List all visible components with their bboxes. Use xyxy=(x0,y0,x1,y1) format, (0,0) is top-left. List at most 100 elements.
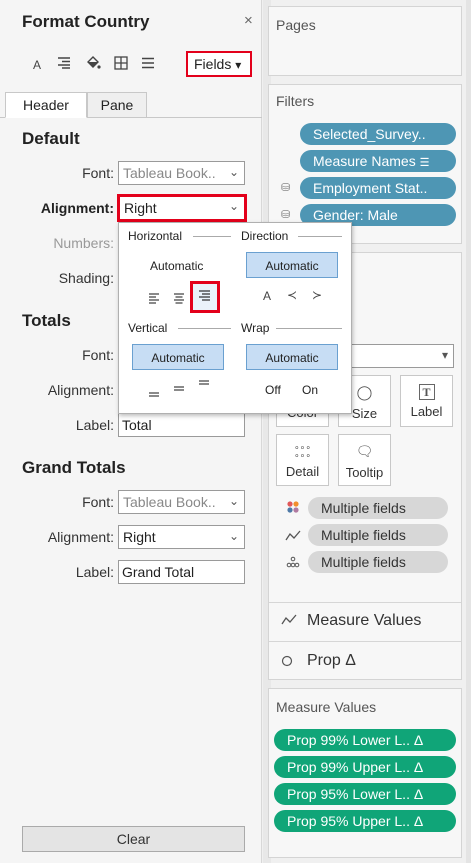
divider xyxy=(178,328,231,329)
line-icon xyxy=(281,613,297,629)
wrap-header: Wrap xyxy=(241,321,270,335)
default-alignment-dropdown[interactable]: Right ⌄ xyxy=(117,194,247,222)
marks-field-pill[interactable]: Multiple fields xyxy=(308,497,448,519)
measure-pill[interactable]: Prop 99% Lower L.. Δ xyxy=(274,729,456,751)
circle-icon xyxy=(281,654,293,670)
grand-totals-font-value: Tableau Book.. xyxy=(123,494,216,510)
pages-title: Pages xyxy=(276,17,316,33)
grand-totals-heading: Grand Totals xyxy=(22,458,126,477)
tab-pane[interactable]: Pane xyxy=(87,92,147,118)
tooltip-button[interactable]: 🗨 Tooltip xyxy=(338,434,391,486)
alignment-icon[interactable] xyxy=(55,56,73,72)
valign-top-icon[interactable] xyxy=(198,376,210,392)
grand-totals-alignment-value: Right xyxy=(123,529,156,545)
grand-totals-font-label: Font: xyxy=(82,494,114,510)
divider xyxy=(276,328,342,329)
totals-label-input[interactable]: Total xyxy=(118,413,245,437)
valign-middle-icon[interactable] xyxy=(173,380,185,396)
totals-alignment-label: Alignment: xyxy=(47,382,114,398)
align-left-icon[interactable] xyxy=(148,291,160,307)
chevron-down-icon: ⌄ xyxy=(228,199,239,213)
marks-field-pill[interactable]: Multiple fields xyxy=(308,551,448,573)
grand-totals-alignment-dropdown[interactable]: Right ⌄ xyxy=(118,525,245,549)
default-shading-label: Shading: xyxy=(58,270,114,286)
grand-totals-label-label: Label: xyxy=(75,564,114,580)
tab-header[interactable]: Header xyxy=(5,92,87,118)
direction-left-icon[interactable]: ≺ xyxy=(284,288,300,302)
marks-field-pill[interactable]: Multiple fields xyxy=(308,524,448,546)
filter-pill[interactable]: Employment Stat.. xyxy=(300,177,456,199)
chevron-down-icon: ▾ xyxy=(235,58,242,72)
default-heading: Default xyxy=(22,129,80,148)
default-alignment-label: Alignment: xyxy=(40,200,114,216)
totals-font-label: Font: xyxy=(82,347,114,363)
chevron-down-icon: ▾ xyxy=(441,348,448,362)
filters-title: Filters xyxy=(276,93,315,109)
detail-icon: ∘∘∘ ∘∘∘ xyxy=(294,442,311,460)
fields-dropdown[interactable]: Fields ▾ xyxy=(186,51,252,77)
filter-pill-label: Measure Names xyxy=(313,153,416,169)
vertical-automatic-button[interactable]: Automatic xyxy=(132,344,224,370)
valign-bottom-icon[interactable] xyxy=(148,384,160,400)
direction-right-icon[interactable]: ≻ xyxy=(309,288,325,302)
chevron-down-icon: ⌄ xyxy=(228,165,239,179)
direction-header: Direction xyxy=(241,229,289,243)
color-field-icon xyxy=(286,500,300,517)
marks-row-measure-values[interactable]: Measure Values xyxy=(307,612,421,630)
format-pane-title: Format Country xyxy=(22,12,150,31)
horizontal-header: Horizontal xyxy=(128,229,183,243)
database-icon: ⛁ xyxy=(281,209,291,221)
sort-icon: ☰ xyxy=(419,157,430,169)
divider xyxy=(193,236,231,237)
database-icon: ⛁ xyxy=(281,182,291,194)
wrap-automatic-button[interactable]: Automatic xyxy=(246,344,338,370)
direction-horizontal-icon[interactable]: A xyxy=(259,289,275,303)
align-right-button[interactable] xyxy=(190,281,220,313)
divider xyxy=(269,641,461,642)
measure-values-title: Measure Values xyxy=(276,699,377,715)
divider xyxy=(298,236,342,237)
fields-label: Fields xyxy=(194,56,232,72)
measure-pill[interactable]: Prop 95% Lower L.. Δ xyxy=(274,783,456,805)
mark-type-dropdown[interactable]: e ▾ xyxy=(338,344,454,368)
default-font-value: Tableau Book.. xyxy=(123,165,216,181)
tooltip-label: Tooltip xyxy=(345,465,384,480)
clear-button[interactable]: Clear xyxy=(22,826,245,852)
measure-pill[interactable]: Prop 95% Upper L.. Δ xyxy=(274,810,456,832)
marks-row-prop[interactable]: Prop Δ xyxy=(307,652,356,670)
label-label: Label xyxy=(410,404,443,419)
divider xyxy=(269,602,461,603)
grand-totals-font-dropdown[interactable]: Tableau Book.. ⌄ xyxy=(118,490,245,514)
totals-heading: Totals xyxy=(22,311,71,330)
lines-icon[interactable] xyxy=(139,56,157,72)
close-icon[interactable]: × xyxy=(244,12,253,29)
detail-field-icon xyxy=(286,555,300,571)
default-font-dropdown[interactable]: Tableau Book.. ⌄ xyxy=(118,161,245,185)
align-center-icon[interactable] xyxy=(173,291,185,307)
filter-pill[interactable]: Measure Names ☰ xyxy=(300,150,456,172)
grand-totals-alignment-label: Alignment: xyxy=(47,529,114,545)
borders-icon[interactable] xyxy=(112,56,130,73)
grand-totals-label-input[interactable]: Grand Total xyxy=(118,560,245,584)
detail-button[interactable]: ∘∘∘ ∘∘∘ Detail xyxy=(276,434,329,486)
measure-pill[interactable]: Prop 99% Upper L.. Δ xyxy=(274,756,456,778)
right-edge xyxy=(466,0,471,863)
filter-pill[interactable]: Selected_Survey.. xyxy=(300,123,456,145)
chevron-down-icon: ⌄ xyxy=(228,494,239,508)
default-numbers-label: Numbers: xyxy=(53,235,114,251)
chevron-down-icon: ⌄ xyxy=(228,529,239,543)
default-alignment-value: Right xyxy=(124,200,157,216)
detail-label: Detail xyxy=(285,464,320,479)
direction-automatic-button[interactable]: Automatic xyxy=(246,252,338,278)
vertical-header: Vertical xyxy=(128,321,168,335)
default-font-label: Font: xyxy=(82,165,114,181)
horizontal-automatic[interactable]: Automatic xyxy=(150,259,203,273)
label-icon: T xyxy=(418,384,435,400)
totals-label-label: Label: xyxy=(75,417,114,433)
wrap-off-option[interactable]: Off xyxy=(265,383,281,397)
path-icon xyxy=(285,529,301,545)
wrap-on-option[interactable]: On xyxy=(302,383,318,397)
label-button[interactable]: T Label xyxy=(400,375,453,427)
font-icon[interactable]: A xyxy=(28,58,46,72)
shading-icon[interactable] xyxy=(84,56,102,73)
